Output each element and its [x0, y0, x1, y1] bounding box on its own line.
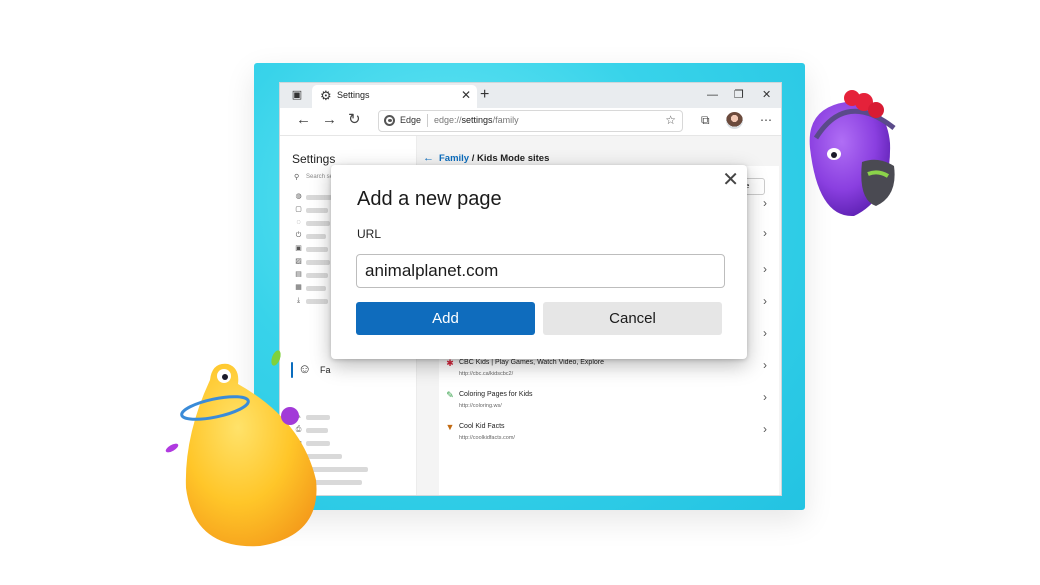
collections-icon[interactable]: ⧉	[701, 112, 710, 128]
palette-icon: ◌	[296, 219, 301, 226]
back-arrow-icon[interactable]: ←	[423, 152, 434, 165]
site-title: Coloring Pages for Kids	[459, 391, 533, 398]
chevron-right-icon[interactable]: ›	[763, 358, 767, 372]
url-input[interactable]	[356, 254, 725, 288]
site-title: CBC Kids | Play Games, Watch Video, Expl…	[459, 359, 604, 366]
cookie-icon: ▤	[295, 271, 302, 278]
add-button[interactable]: Add	[356, 302, 535, 335]
download-icon: ⤓	[296, 297, 301, 304]
chevron-right-icon[interactable]: ›	[763, 226, 767, 240]
tab-settings[interactable]: ⚙ Settings ✕	[312, 85, 477, 108]
profile-icon: ◍	[295, 193, 302, 200]
url-label: URL	[357, 227, 382, 241]
new-tab-icon[interactable]: +	[480, 85, 489, 105]
gear-icon: ⚙	[320, 88, 332, 103]
site-url: http://cbc.ca/kidscbc2/	[459, 371, 514, 377]
sidebar-title: Settings	[292, 152, 336, 166]
edge-label: Edge	[400, 115, 422, 125]
site-row[interactable]: ▼ Cool Kid Facts http://coolkidfacts.com…	[439, 422, 779, 452]
tab-strip: ▣ ⚙ Settings ✕ + — ❐ ✕	[280, 83, 781, 108]
search-placeholder: Search se	[306, 174, 334, 180]
refresh-icon[interactable]: ↻	[348, 111, 361, 129]
tab-title: Settings	[337, 90, 370, 100]
favorite-star-icon[interactable]: ☆	[665, 113, 676, 127]
chevron-right-icon[interactable]: ›	[763, 196, 767, 210]
newtab-icon: ▣	[295, 245, 302, 252]
breadcrumb-family-link[interactable]: Family	[439, 153, 469, 164]
chevron-right-icon[interactable]: ›	[763, 294, 767, 308]
fox-icon: ▼	[445, 422, 455, 432]
more-menu-icon[interactable]: ⋯	[760, 112, 772, 128]
site-row[interactable]: ✎ Coloring Pages for Kids http://colorin…	[439, 390, 779, 420]
lemon-character-illustration	[165, 350, 317, 547]
maximize-icon[interactable]: ❐	[734, 88, 744, 102]
add-page-dialog: ✕ Add a new page URL Add Cancel	[331, 165, 747, 359]
toolbar: ← → ↻ Edge edge://settings/family ☆ ⧉ ⋯	[280, 108, 781, 136]
tab-actions-icon[interactable]: ▣	[290, 89, 304, 102]
close-window-icon[interactable]: ✕	[762, 88, 771, 102]
browser-icon: ▦	[295, 284, 302, 291]
breadcrumb: Family / Kids Mode sites	[439, 153, 550, 164]
site-url: http://coolkidfacts.com/	[459, 435, 515, 441]
cancel-button[interactable]: Cancel	[543, 302, 722, 335]
coloring-icon: ✎	[446, 390, 454, 400]
chevron-right-icon[interactable]: ›	[763, 390, 767, 404]
chevron-right-icon[interactable]: ›	[763, 262, 767, 276]
close-icon[interactable]: ✕	[722, 169, 739, 191]
back-icon[interactable]: ←	[296, 111, 311, 129]
avatar[interactable]	[726, 112, 743, 129]
chevron-right-icon[interactable]: ›	[763, 326, 767, 340]
site-url: http://coloring.ws/	[459, 403, 502, 409]
headphone-character-illustration	[809, 90, 896, 217]
close-tab-icon[interactable]: ✕	[461, 88, 471, 102]
cbc-icon: ✱	[446, 358, 454, 368]
power-icon: ⏻	[295, 232, 302, 239]
chevron-right-icon[interactable]: ›	[763, 422, 767, 436]
dialog-title: Add a new page	[357, 188, 502, 210]
address-divider	[427, 114, 428, 127]
share-icon: ▨	[295, 258, 302, 265]
forward-icon[interactable]: →	[322, 111, 337, 129]
address-bar[interactable]: Edge edge://settings/family ☆	[378, 110, 683, 132]
minimize-icon[interactable]: —	[707, 88, 718, 102]
site-row[interactable]: ✱ CBC Kids | Play Games, Watch Video, Ex…	[439, 358, 779, 388]
edge-logo-icon	[384, 115, 395, 126]
search-icon: ⚲	[294, 174, 300, 181]
site-title: Cool Kid Facts	[459, 423, 505, 430]
lock-icon: ▢	[295, 206, 302, 213]
address-url: edge://settings/family	[434, 115, 519, 125]
